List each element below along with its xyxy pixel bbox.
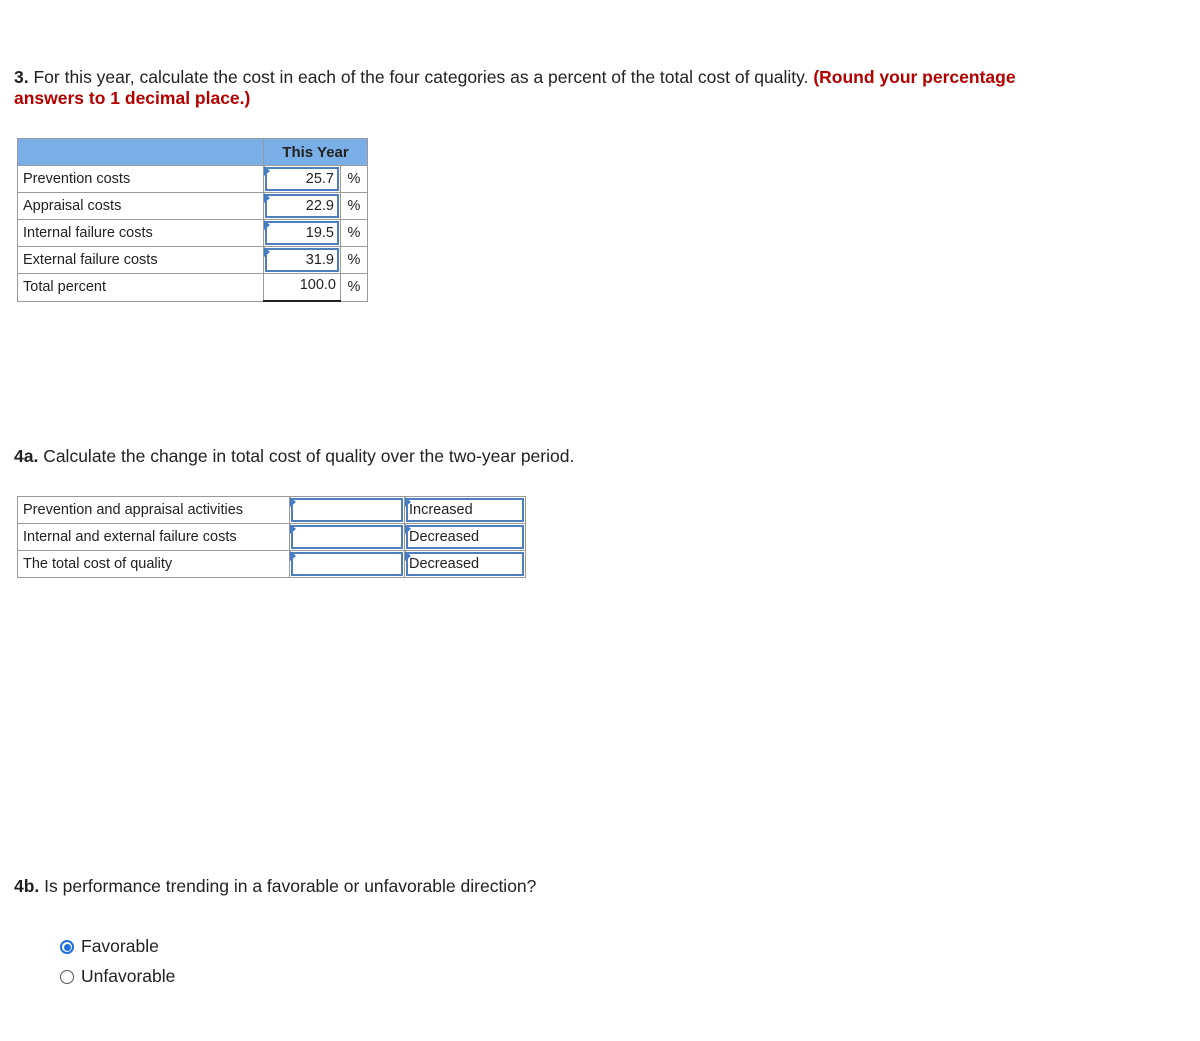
- percent-sign: %: [340, 165, 368, 193]
- cost-percent-table: This Year Prevention costs 25.7 % Apprai…: [17, 138, 368, 302]
- direction-select-cell[interactable]: Increased: [404, 496, 526, 524]
- row-label: Prevention and appraisal activities: [17, 496, 290, 524]
- table-row: External failure costs 31.9 %: [17, 246, 368, 274]
- percent-sign: %: [340, 273, 368, 302]
- change-table: Prevention and appraisal activities Incr…: [17, 496, 526, 578]
- row-label: Internal failure costs: [17, 219, 264, 247]
- row-label: Internal and external failure costs: [17, 523, 290, 551]
- prevention-appraisal-change-input[interactable]: [291, 498, 403, 522]
- prevention-percent-input[interactable]: 25.7: [265, 167, 339, 191]
- percent-input-cell[interactable]: 31.9: [263, 246, 341, 274]
- prevention-appraisal-direction-select[interactable]: Increased: [406, 498, 524, 522]
- table-row: Prevention costs 25.7 %: [17, 165, 368, 193]
- total-row: Total percent 100.0 %: [17, 273, 368, 302]
- question-3: 3. For this year, calculate the cost in …: [14, 67, 1114, 109]
- table-header-row: This Year: [17, 138, 368, 166]
- percent-sign: %: [340, 246, 368, 274]
- radio-label: Unfavorable: [81, 966, 176, 986]
- table-row: Internal failure costs 19.5 %: [17, 219, 368, 247]
- header-blank: [17, 138, 264, 166]
- question-4b-number: 4b.: [14, 876, 40, 896]
- radio-option-unfavorable[interactable]: Unfavorable: [60, 966, 175, 987]
- total-cost-change-input[interactable]: [291, 552, 403, 576]
- direction-select-cell[interactable]: Decreased: [404, 523, 526, 551]
- table-row: Appraisal costs 22.9 %: [17, 192, 368, 220]
- percent-input-cell[interactable]: 25.7: [263, 165, 341, 193]
- total-percent-value: 100.0: [299, 277, 336, 293]
- radio-selected-icon[interactable]: [60, 939, 74, 954]
- percent-sign: %: [340, 219, 368, 247]
- question-3-instruction: (Round your percentage: [813, 67, 1016, 87]
- percent-input-cell[interactable]: 19.5: [263, 219, 341, 247]
- external-failure-percent-input[interactable]: 31.9: [265, 248, 339, 272]
- total-percent-cell: 100.0: [263, 273, 341, 302]
- question-4a: 4a. Calculate the change in total cost o…: [14, 446, 574, 467]
- failure-costs-change-input[interactable]: [291, 525, 403, 549]
- table-row: Prevention and appraisal activities Incr…: [17, 496, 526, 524]
- question-4b-text: Is performance trending in a favorable o…: [39, 876, 537, 896]
- column-header-this-year: This Year: [263, 138, 368, 166]
- question-4a-text: Calculate the change in total cost of qu…: [38, 446, 575, 466]
- table-row: Internal and external failure costs Decr…: [17, 523, 526, 551]
- radio-unselected-icon[interactable]: [60, 969, 74, 984]
- question-3-instruction-cont: answers to 1 decimal place.): [14, 88, 251, 108]
- row-label: Prevention costs: [17, 165, 264, 193]
- amount-input-cell[interactable]: [289, 550, 405, 578]
- radio-label: Favorable: [81, 936, 159, 956]
- amount-input-cell[interactable]: [289, 523, 405, 551]
- percent-sign: %: [340, 192, 368, 220]
- total-cost-direction-select[interactable]: Decreased: [406, 552, 524, 576]
- row-label: External failure costs: [17, 246, 264, 274]
- direction-select-cell[interactable]: Decreased: [404, 550, 526, 578]
- failure-costs-direction-select[interactable]: Decreased: [406, 525, 524, 549]
- row-label: The total cost of quality: [17, 550, 290, 578]
- table-row: The total cost of quality Decreased: [17, 550, 526, 578]
- row-label: Appraisal costs: [17, 192, 264, 220]
- question-4b: 4b. Is performance trending in a favorab…: [14, 876, 536, 897]
- amount-input-cell[interactable]: [289, 496, 405, 524]
- question-4a-number: 4a.: [14, 446, 39, 466]
- question-3-text: For this year, calculate the cost in eac…: [28, 67, 814, 87]
- appraisal-percent-input[interactable]: 22.9: [265, 194, 339, 218]
- percent-input-cell[interactable]: 22.9: [263, 192, 341, 220]
- radio-option-favorable[interactable]: Favorable: [60, 936, 159, 957]
- question-3-number: 3.: [14, 67, 29, 87]
- internal-failure-percent-input[interactable]: 19.5: [265, 221, 339, 245]
- total-label: Total percent: [17, 273, 264, 302]
